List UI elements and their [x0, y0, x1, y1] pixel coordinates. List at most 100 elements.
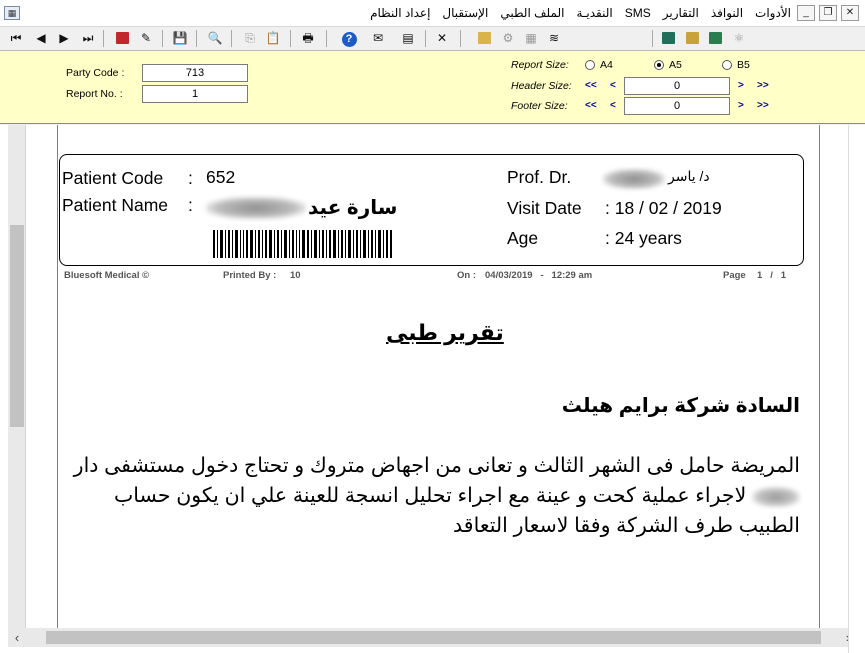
size-a4-radio[interactable] — [585, 60, 595, 70]
robot-icon[interactable] — [682, 29, 702, 48]
size-a5-radio[interactable] — [654, 60, 664, 70]
toolbar-separator — [196, 30, 197, 47]
report-body: المريضة حامل فى الشهر الثالث و تعانى من … — [68, 451, 800, 541]
report-viewer: Patient Code : 652 Patient Name : سارة ع… — [0, 125, 865, 653]
header-rewind-button[interactable]: << — [585, 80, 597, 91]
last-page-icon[interactable]: ⏭ — [78, 29, 98, 48]
doctor-value: د/ ياسر — [668, 168, 710, 184]
footer-printed-by-label: Printed By : — [223, 270, 277, 281]
visit-date-label: Visit Date — [507, 198, 582, 218]
party-code-label: Party Code : — [66, 67, 125, 79]
network-icon[interactable]: ⚛ — [729, 29, 749, 48]
toolbar-separator — [326, 30, 327, 47]
report-no-label: Report No. : — [66, 88, 123, 100]
menu-sms[interactable]: SMS — [625, 6, 651, 20]
tree-icon[interactable]: ⚙ — [498, 29, 518, 48]
print-icon[interactable]: 🖶 — [298, 29, 318, 48]
menu-windows[interactable]: النوافذ — [711, 6, 743, 20]
doctor-label: Prof. Dr. — [507, 167, 572, 187]
report-icon[interactable]: ▤ — [398, 29, 418, 48]
vertical-scrollbar[interactable] — [8, 125, 26, 628]
report-parameters-panel: Party Code : 713 Report No. : 1 Report S… — [0, 51, 865, 124]
grid-icon[interactable]: ▦ — [521, 29, 541, 48]
menu-list: إعداد النظام الإستقبال الملف الطبي النقد… — [370, 6, 791, 20]
menu-medical-file[interactable]: الملف الطبي — [500, 6, 564, 20]
patient-name-value: سارة عيد — [308, 197, 398, 219]
close-icon[interactable]: ✕ — [432, 29, 452, 48]
redacted-hospital-blur — [752, 486, 800, 507]
copy-icon[interactable]: ⎘ — [240, 29, 260, 48]
header-fast-forward-button[interactable]: >> — [757, 80, 769, 91]
menu-bar: ▦ إعداد النظام الإستقبال الملف الطبي الن… — [0, 0, 865, 27]
toolbar-separator — [103, 30, 104, 47]
toolbar-separator — [290, 30, 291, 47]
report-body-part1: المريضة حامل فى الشهر الثالث و تعانى من … — [73, 454, 800, 477]
menu-system-setup[interactable]: إعداد النظام — [370, 6, 430, 20]
size-b5-label: B5 — [737, 59, 750, 71]
vertical-scroll-thumb[interactable] — [10, 225, 24, 427]
footer-back-button[interactable]: < — [610, 100, 616, 111]
footer-page-label: Page — [723, 270, 746, 281]
report-body-part2: لاجراء عملية كحت و عينة مع اجراء تحليل ا… — [114, 484, 800, 537]
menu-reception[interactable]: الإستقبال — [442, 6, 488, 20]
footer-page-value: 1 / 1 — [757, 270, 787, 281]
horizontal-scroll-thumb[interactable] — [46, 631, 821, 644]
patient-code-colon: : — [188, 168, 193, 188]
app-icon[interactable]: ▦ — [4, 6, 20, 20]
footer-size-input[interactable]: 0 — [624, 97, 730, 115]
patient-name-colon: : — [188, 195, 193, 215]
patient-code-label: Patient Code — [62, 168, 164, 188]
help-icon[interactable]: ? — [339, 29, 359, 48]
report-size-label: Report Size: — [511, 59, 569, 71]
header-back-button[interactable]: < — [610, 80, 616, 91]
toolbar: ⏮ ◀ ▶ ⏭ ✎ 💾 🔍 ⎘ 📋 🖶 ? ✉ ▤ ✕ ⚙ ▦ ≋ ⚛ — [0, 27, 865, 51]
next-page-icon[interactable]: ▶ — [54, 29, 74, 48]
age-value: : 24 years — [605, 228, 682, 248]
right-margin-bar — [848, 125, 865, 653]
drive-icon[interactable] — [705, 29, 725, 48]
footer-forward-button[interactable]: > — [738, 100, 744, 111]
save-icon[interactable]: 💾 — [170, 29, 190, 48]
calculator-icon[interactable] — [658, 29, 678, 48]
eraser-icon[interactable]: ✎ — [136, 29, 156, 48]
footer-rewind-button[interactable]: << — [585, 100, 597, 111]
window-controls: _ ❐ ✕ — [797, 5, 859, 21]
age-label: Age — [507, 228, 539, 248]
paste-icon[interactable]: 📋 — [263, 29, 283, 48]
first-page-icon[interactable]: ⏮ — [6, 29, 26, 48]
report-no-input[interactable]: 1 — [142, 85, 248, 103]
header-forward-button[interactable]: > — [738, 80, 744, 91]
menu-reports[interactable]: التقارير — [663, 6, 699, 20]
close-window-button[interactable]: ✕ — [841, 5, 859, 21]
previous-page-icon[interactable]: ◀ — [31, 29, 51, 48]
layers-icon[interactable]: ≋ — [544, 29, 564, 48]
footer-fast-forward-button[interactable]: >> — [757, 100, 769, 111]
patient-code-value: 652 — [206, 167, 236, 187]
size-a5-label: A5 — [669, 59, 682, 71]
redacted-name-blur — [206, 197, 306, 219]
export-icon[interactable] — [112, 29, 132, 48]
footer-on-label: On : — [457, 270, 476, 281]
scroll-left-icon[interactable]: ‹ — [8, 628, 26, 647]
header-size-input[interactable]: 0 — [624, 77, 730, 95]
minimize-button[interactable]: _ — [797, 5, 815, 21]
zoom-icon[interactable]: 🔍 — [205, 29, 225, 48]
size-a4-label: A4 — [600, 59, 613, 71]
patient-name-label: Patient Name — [62, 195, 169, 215]
toolbar-separator — [162, 30, 163, 47]
redacted-doctor-blur — [603, 169, 665, 189]
party-code-input[interactable]: 713 — [142, 64, 248, 82]
menu-cash[interactable]: النقديـة — [576, 6, 612, 20]
menu-tools[interactable]: الأدوات — [755, 6, 791, 20]
horizontal-scrollbar[interactable]: ‹ › — [8, 628, 857, 647]
envelope-icon[interactable]: ✉ — [368, 29, 388, 48]
toolbar-separator — [652, 30, 653, 47]
report-recipient: السادة شركة برايم هيلث — [561, 395, 800, 417]
footer-size-label: Footer Size: — [511, 100, 568, 112]
footer-printed-by-value: 10 — [290, 270, 301, 281]
restore-button[interactable]: ❐ — [819, 5, 837, 21]
toolbar-separator — [231, 30, 232, 47]
stack-icon[interactable] — [474, 29, 494, 48]
size-b5-radio[interactable] — [722, 60, 732, 70]
report-title: تقرير طبى — [386, 320, 504, 345]
